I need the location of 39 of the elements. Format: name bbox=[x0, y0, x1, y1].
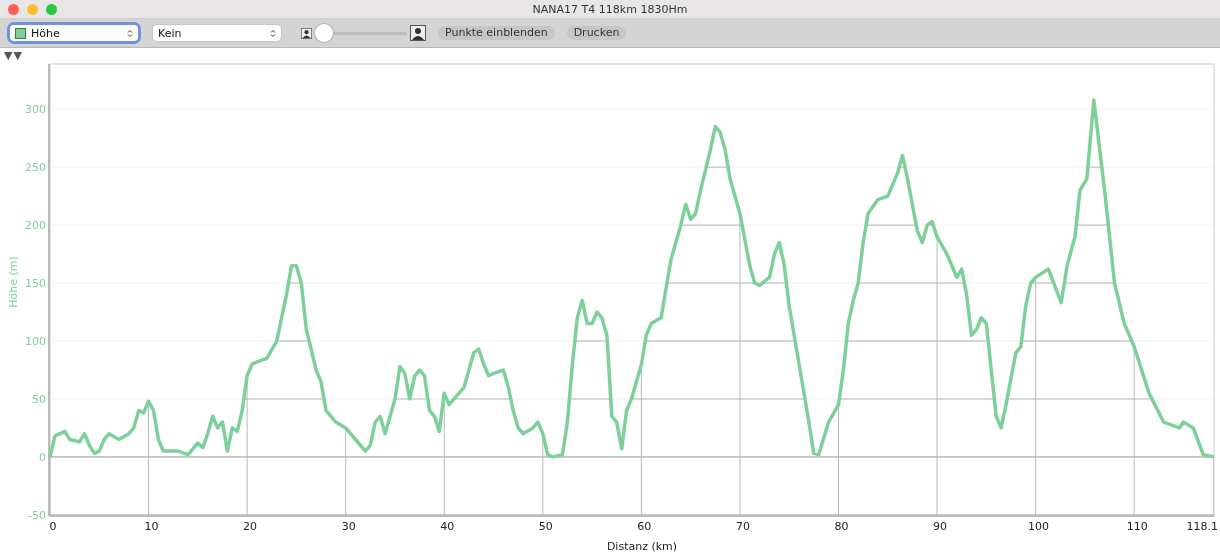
y-tick-label: 250 bbox=[25, 161, 46, 175]
x-tick-label: 110 bbox=[1126, 520, 1148, 533]
y-tick-label: 100 bbox=[25, 335, 46, 348]
x-tick-label: 60 bbox=[637, 520, 652, 533]
x-tick-label: 90 bbox=[933, 520, 948, 533]
marker-glyph[interactable]: ▼ bbox=[4, 49, 13, 61]
x-tick-label: 40 bbox=[440, 520, 455, 533]
zoom-slider[interactable] bbox=[315, 24, 407, 42]
x-tick-label: 118.1 bbox=[1186, 520, 1218, 533]
y-tick-label: 150 bbox=[25, 277, 46, 291]
minimize-button[interactable] bbox=[27, 4, 38, 15]
x-axis-title: Distanz (km) bbox=[606, 540, 678, 553]
y-tick-label: 200 bbox=[25, 219, 46, 233]
close-button[interactable] bbox=[8, 4, 19, 15]
small-person-icon bbox=[301, 27, 312, 39]
y-tick-label: 0 bbox=[39, 450, 46, 464]
x-tick-label: 30 bbox=[341, 520, 356, 533]
overlay-select[interactable]: Kein bbox=[153, 25, 281, 41]
chevron-icon bbox=[270, 28, 276, 38]
y-tick-label: 50 bbox=[32, 392, 46, 406]
slider-thumb[interactable] bbox=[315, 24, 333, 42]
x-tick-label: 10 bbox=[144, 520, 159, 533]
window-title: NANA17 T4 118km 1830Hm bbox=[532, 2, 688, 16]
chevron-icon bbox=[127, 28, 133, 38]
zoom-button[interactable] bbox=[46, 4, 57, 15]
x-tick-label: 0 bbox=[49, 520, 57, 533]
print-button[interactable]: Drucken bbox=[566, 26, 627, 40]
y-tick-label: -50 bbox=[28, 508, 46, 522]
x-tick-label: 70 bbox=[735, 520, 750, 533]
x-tick-label: 50 bbox=[538, 520, 553, 533]
show-points-button[interactable]: Punkte einblenden bbox=[438, 26, 555, 40]
series-select[interactable]: Höhe bbox=[10, 25, 138, 41]
marker-glyph[interactable]: ▼ bbox=[13, 49, 22, 61]
y-tick-label: 300 bbox=[25, 103, 46, 117]
x-tick-label: 80 bbox=[834, 520, 849, 533]
x-tick-label: 100 bbox=[1028, 520, 1050, 533]
y-axis-title: Höhe (m) bbox=[7, 256, 20, 308]
x-tick-label: 20 bbox=[243, 520, 258, 533]
large-person-icon bbox=[410, 25, 426, 41]
